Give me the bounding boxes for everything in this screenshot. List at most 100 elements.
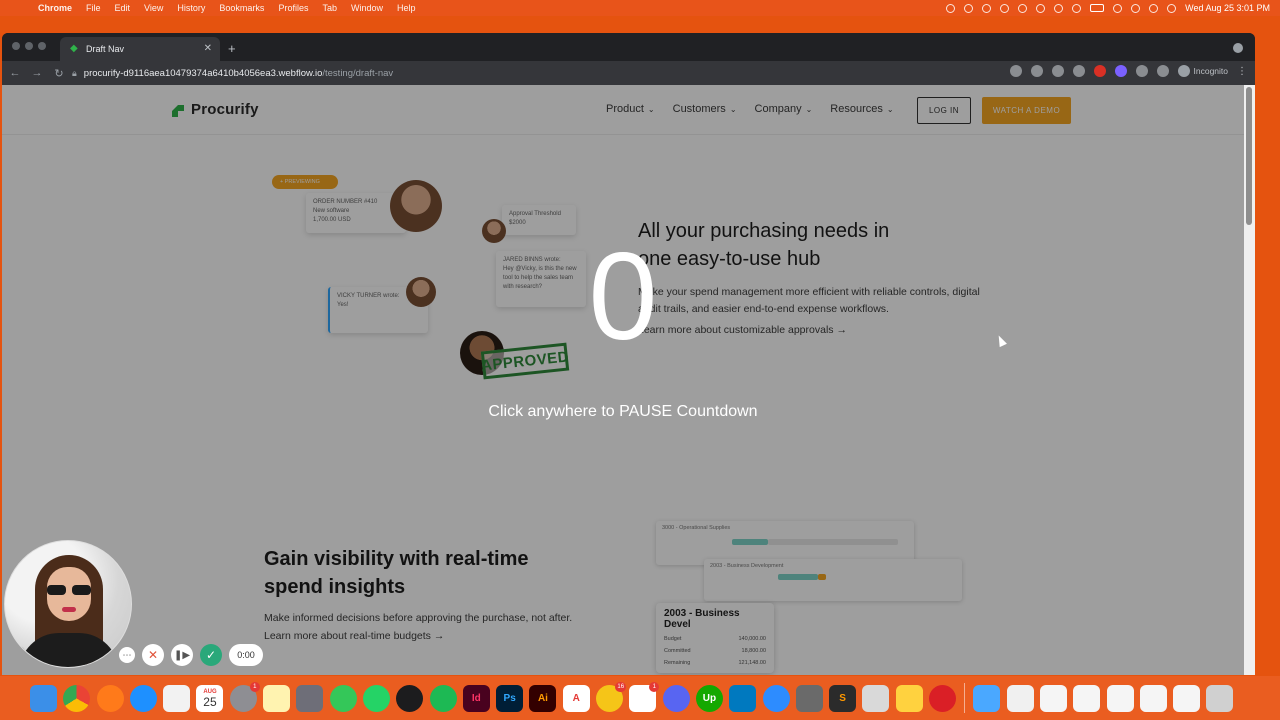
creative-cloud-icon[interactable] bbox=[929, 684, 957, 712]
grammar-extension-icon[interactable] bbox=[1135, 65, 1148, 77]
applications-folder-icon[interactable] bbox=[973, 684, 1001, 712]
browser-menu-icon[interactable]: ⋮ bbox=[1237, 66, 1247, 77]
menubar-clock[interactable]: Wed Aug 25 3:01 PM bbox=[1185, 3, 1270, 13]
scrollbar-thumb[interactable] bbox=[1246, 87, 1252, 225]
messages-icon[interactable] bbox=[329, 684, 357, 712]
forward-button[interactable]: → bbox=[26, 67, 48, 79]
screen-capture-icon[interactable] bbox=[862, 684, 890, 712]
countdown-overlay[interactable] bbox=[2, 85, 1244, 675]
screenshot-thumbnail-icon[interactable] bbox=[1139, 684, 1167, 712]
menu-bookmarks[interactable]: Bookmarks bbox=[219, 3, 264, 13]
recorder-cancel-button[interactable]: ✕ bbox=[142, 644, 164, 666]
finder-icon[interactable] bbox=[30, 684, 57, 712]
duck-app-icon[interactable] bbox=[895, 684, 923, 712]
sublime-text-icon[interactable]: S bbox=[829, 684, 857, 712]
safari-icon[interactable] bbox=[129, 684, 157, 712]
url-path: /testing/draft-nav bbox=[322, 67, 394, 79]
webcam-person-jacket bbox=[19, 633, 119, 667]
notes-app-icon[interactable]: 16 bbox=[596, 681, 627, 712]
page-scrollbar[interactable] bbox=[1244, 85, 1255, 675]
address-bar[interactable]: 🔒︎ procurify-d9116aea10479374a6410b4056e… bbox=[72, 64, 1032, 82]
incognito-indicator[interactable]: Incognito bbox=[1177, 65, 1228, 77]
acrobat-icon[interactable]: A bbox=[562, 684, 590, 712]
slack-icon[interactable]: 1 bbox=[629, 681, 660, 712]
camera-extension-icon[interactable] bbox=[1051, 65, 1064, 77]
photoshop-icon[interactable]: Ps bbox=[496, 684, 524, 712]
tab-close-icon[interactable]: ✕ bbox=[204, 43, 212, 54]
screenshot-thumbnail-icon[interactable] bbox=[1073, 684, 1101, 712]
discord-icon[interactable] bbox=[662, 684, 690, 712]
status-rocket-icon[interactable] bbox=[946, 3, 956, 13]
status-record-icon[interactable] bbox=[982, 3, 992, 13]
upwork-icon[interactable]: Up bbox=[695, 684, 723, 712]
trello-icon[interactable] bbox=[729, 684, 757, 712]
procurify-favicon-icon: ◆ bbox=[70, 43, 78, 54]
window-zoom-button[interactable] bbox=[38, 42, 46, 50]
quicktime-icon[interactable] bbox=[396, 684, 424, 712]
badge: 16 bbox=[615, 681, 627, 692]
screenshot-thumbnail-icon[interactable] bbox=[1173, 684, 1201, 712]
badge: 1 bbox=[249, 681, 260, 692]
screenshot-thumbnail-icon[interactable] bbox=[1039, 684, 1067, 712]
status-timer-icon[interactable] bbox=[1000, 3, 1010, 13]
status-moon-icon[interactable] bbox=[1054, 3, 1064, 13]
document-stack-icon[interactable] bbox=[1006, 684, 1034, 712]
recorder-finish-button[interactable]: ✓ bbox=[200, 644, 222, 666]
illustrator-icon[interactable]: Ai bbox=[529, 684, 557, 712]
status-volume-icon[interactable] bbox=[1072, 3, 1082, 13]
back-button[interactable]: ← bbox=[4, 67, 26, 79]
red-extension-icon[interactable] bbox=[1093, 65, 1106, 77]
zoom-icon[interactable] bbox=[762, 684, 790, 712]
window-minimize-button[interactable] bbox=[25, 42, 33, 50]
firefox-icon[interactable] bbox=[96, 684, 124, 712]
bookmark-star-icon[interactable] bbox=[1030, 65, 1043, 77]
menu-file[interactable]: File bbox=[86, 3, 101, 13]
webcam-bubble[interactable] bbox=[4, 540, 132, 668]
menu-window[interactable]: Window bbox=[351, 3, 383, 13]
menu-profiles[interactable]: Profiles bbox=[278, 3, 308, 13]
status-play-icon[interactable] bbox=[1018, 3, 1028, 13]
launchpad-rocket-icon[interactable] bbox=[296, 684, 324, 712]
reload-button[interactable]: ↻ bbox=[48, 67, 70, 80]
trash-icon[interactable] bbox=[1206, 684, 1234, 712]
tab-search-icon[interactable] bbox=[1233, 43, 1243, 53]
puzzle-extensions-icon[interactable] bbox=[1156, 65, 1169, 77]
menu-app-name[interactable]: Chrome bbox=[38, 3, 72, 13]
spotify-icon[interactable] bbox=[429, 684, 457, 712]
recorder-timer: 0:00 bbox=[229, 644, 263, 666]
chrome-icon[interactable] bbox=[63, 684, 91, 712]
page-viewport[interactable]: Procurify Product ⌄ Customers ⌄ Company ⌄ R… bbox=[2, 85, 1244, 675]
indesign-icon[interactable]: Id bbox=[462, 684, 490, 712]
screenshot-thumbnail-icon[interactable] bbox=[1106, 684, 1134, 712]
bar-chart-app-icon[interactable] bbox=[795, 684, 823, 712]
eye-slash-icon[interactable] bbox=[1009, 65, 1022, 77]
wifi-icon[interactable] bbox=[1113, 3, 1123, 13]
calendar-icon[interactable]: AUG 25 bbox=[196, 684, 224, 712]
menu-view[interactable]: View bbox=[144, 3, 163, 13]
recorder-more-button[interactable]: ⋯ bbox=[119, 647, 135, 663]
window-close-button[interactable] bbox=[12, 42, 20, 50]
menu-tab[interactable]: Tab bbox=[322, 3, 337, 13]
purple-extension-icon[interactable] bbox=[1114, 65, 1127, 77]
screenshot-extension-icon[interactable] bbox=[1072, 65, 1085, 77]
recorder-pause-button[interactable]: ❚▶ bbox=[171, 644, 193, 666]
battery-icon[interactable] bbox=[1090, 4, 1105, 12]
cookie-settings-icon[interactable] bbox=[5, 645, 27, 667]
macos-dock: AUG 25 1 Id Ps Ai A 16 1 Up S bbox=[0, 676, 1280, 720]
control-center-icon[interactable] bbox=[1167, 3, 1177, 13]
menu-edit[interactable]: Edit bbox=[115, 3, 131, 13]
app-store-icon[interactable] bbox=[163, 684, 191, 712]
new-tab-button[interactable]: + bbox=[228, 41, 236, 56]
notes-icon[interactable] bbox=[263, 684, 291, 712]
user-icon[interactable] bbox=[1131, 3, 1141, 13]
status-cloud-icon[interactable] bbox=[964, 3, 974, 13]
whatsapp-icon[interactable] bbox=[362, 684, 390, 712]
tab-draft-nav[interactable]: ◆ Draft Nav ✕ bbox=[60, 37, 220, 61]
system-settings-icon[interactable]: 1 bbox=[229, 681, 260, 712]
status-clock-icon[interactable] bbox=[1036, 3, 1046, 13]
browser-toolbar: ← → ↻ 🔒︎ procurify-d9116aea10479374a6410… bbox=[2, 61, 1255, 85]
lock-icon[interactable]: 🔒︎ bbox=[72, 68, 77, 79]
menu-history[interactable]: History bbox=[177, 3, 205, 13]
spotlight-search-icon[interactable] bbox=[1149, 3, 1159, 13]
menu-help[interactable]: Help bbox=[397, 3, 416, 13]
